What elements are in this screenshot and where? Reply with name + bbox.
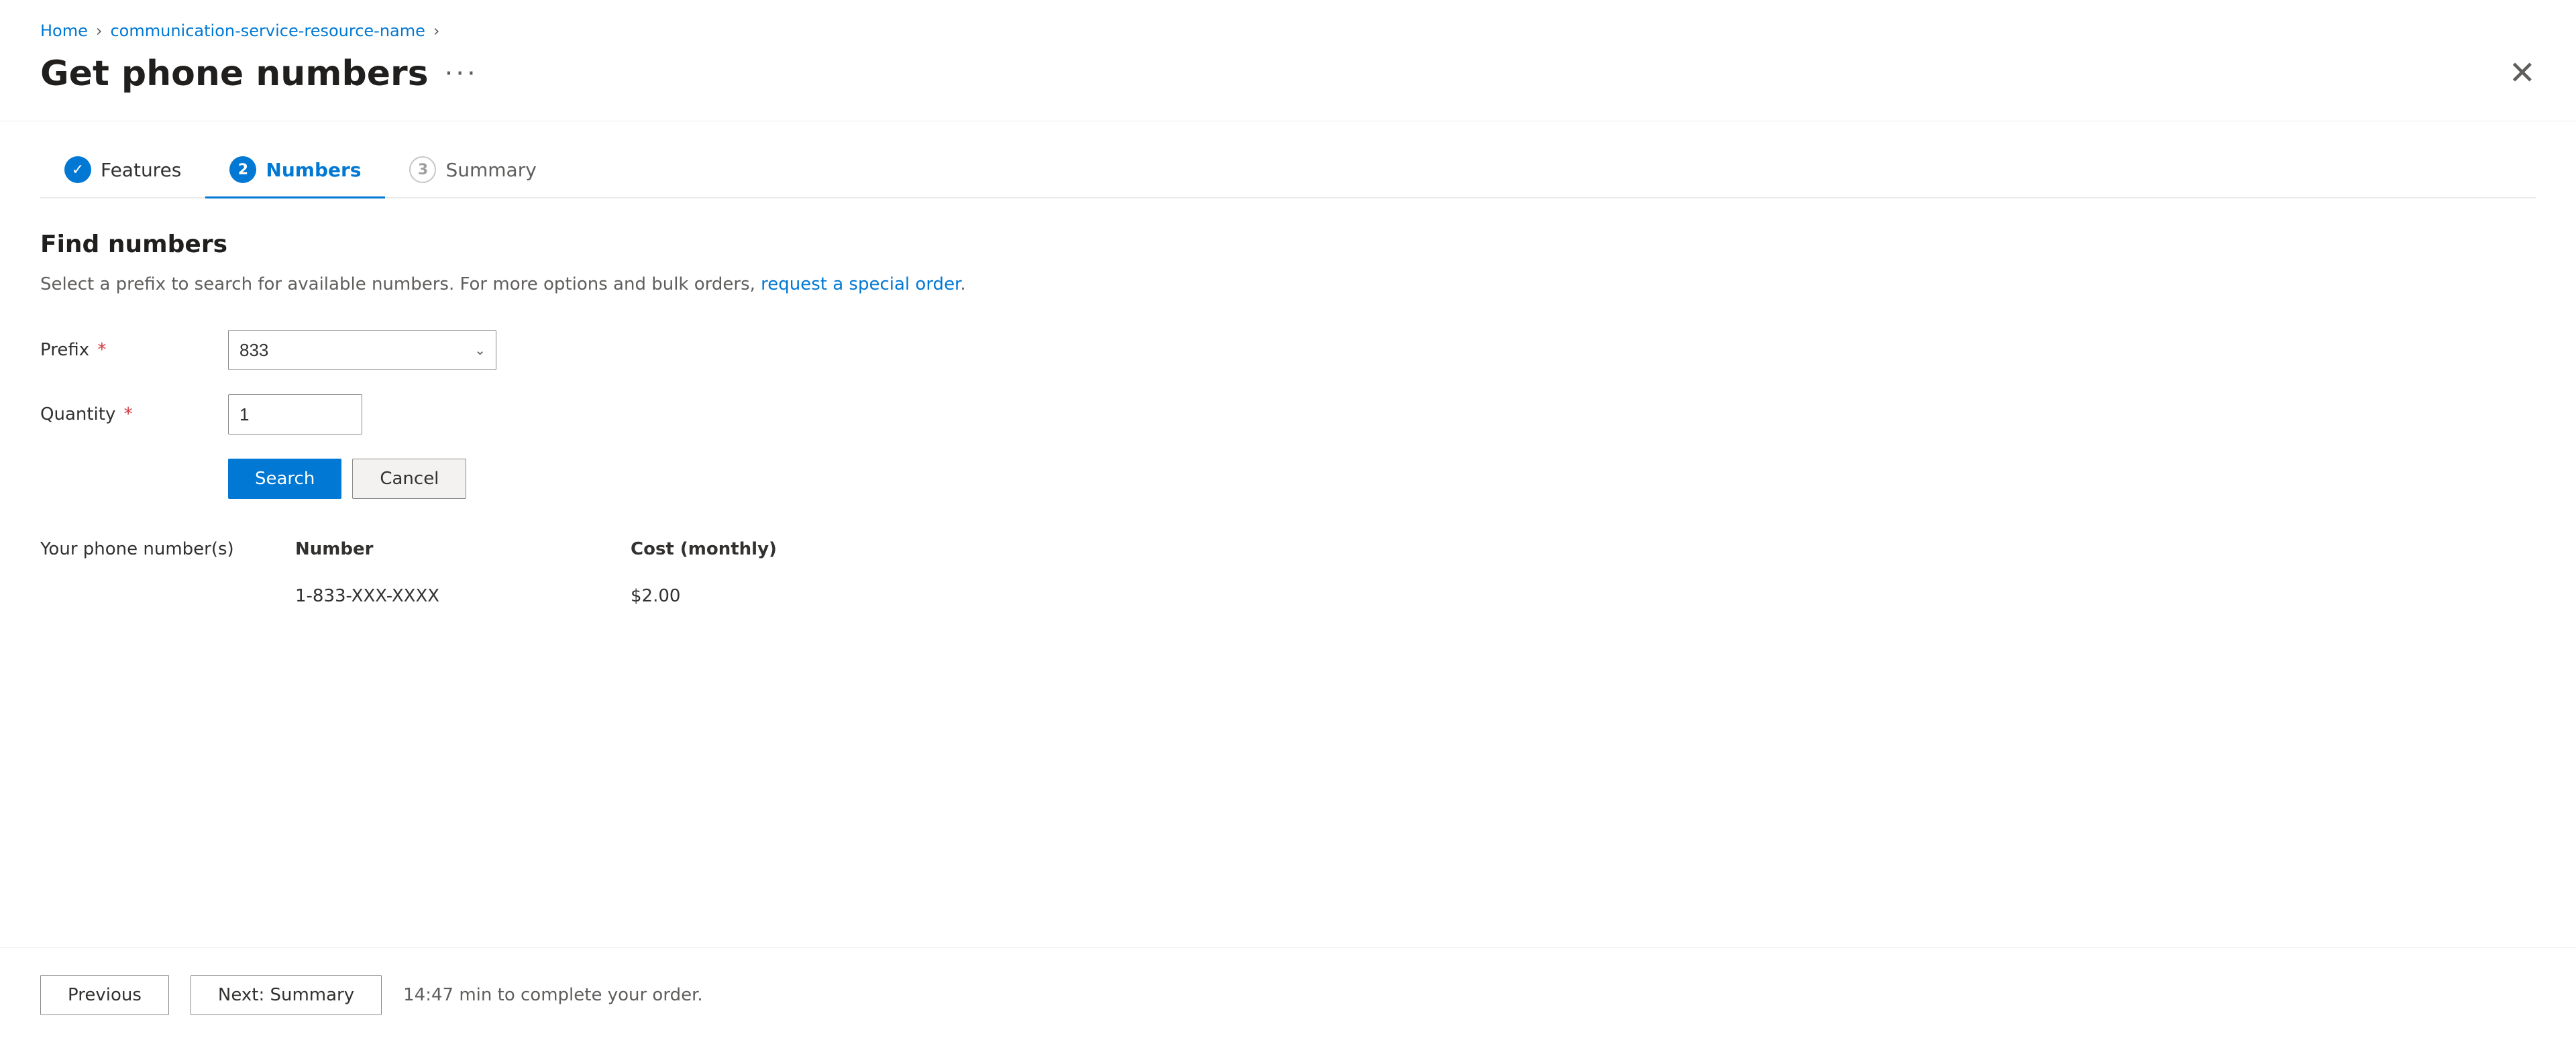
quantity-required: * xyxy=(118,404,132,424)
quantity-label: Quantity * xyxy=(40,404,201,424)
prefix-select[interactable]: 833 800 844 855 866 877 888 xyxy=(228,330,496,370)
section-description: Select a prefix to search for available … xyxy=(40,272,2536,298)
breadcrumb: Home › communication-service-resource-na… xyxy=(40,21,2536,40)
phone-table-header: Your phone number(s) Number Cost (monthl… xyxy=(40,539,2536,559)
breadcrumb-home[interactable]: Home xyxy=(40,21,88,40)
tab-summary[interactable]: 3 Summary xyxy=(385,143,560,198)
search-button[interactable]: Search xyxy=(228,459,341,499)
tab-indicator-summary: 3 xyxy=(409,156,436,183)
search-buttons-row: Search Cancel xyxy=(228,459,2536,499)
prefix-select-wrapper: 833 800 844 855 866 877 888 ⌄ xyxy=(228,330,496,370)
cost-cell: $2.00 xyxy=(631,586,680,606)
breadcrumb-separator-1: › xyxy=(96,21,103,40)
tab-number-summary: 3 xyxy=(418,162,428,178)
table-columns: Number Cost (monthly) xyxy=(295,539,832,559)
main-content: Find numbers Select a prefix to search f… xyxy=(40,231,2536,1042)
col-header-cost: Cost (monthly) xyxy=(631,539,832,559)
footer: Previous Next: Summary 14:47 min to comp… xyxy=(0,947,2576,1042)
next-summary-button[interactable]: Next: Summary xyxy=(191,975,382,1015)
breadcrumb-service[interactable]: communication-service-resource-name xyxy=(110,21,425,40)
description-start: Select a prefix to search for available … xyxy=(40,274,761,294)
page-title: Get phone numbers xyxy=(40,54,429,94)
tab-numbers[interactable]: 2 Numbers xyxy=(205,143,385,198)
tab-label-features: Features xyxy=(101,159,181,181)
tab-indicator-features xyxy=(64,156,91,183)
page-header: Get phone numbers ··· ✕ xyxy=(40,54,2536,94)
footer-time-text: 14:47 min to complete your order. xyxy=(403,985,703,1005)
phone-table-label: Your phone number(s) xyxy=(40,539,295,559)
tab-label-summary: Summary xyxy=(445,159,536,181)
prefix-label: Prefix * xyxy=(40,340,201,360)
wizard-tabs: Features 2 Numbers 3 Summary xyxy=(40,143,2536,198)
quantity-input[interactable] xyxy=(228,394,362,435)
col-header-number: Number xyxy=(295,539,496,559)
phone-table-rows: 1-833-XXX-XXXX $2.00 xyxy=(40,575,2536,617)
tab-number-numbers: 2 xyxy=(238,162,248,178)
more-options-button[interactable]: ··· xyxy=(445,58,478,89)
checkmark-icon xyxy=(72,162,84,178)
breadcrumb-separator-2: › xyxy=(433,21,440,40)
previous-button[interactable]: Previous xyxy=(40,975,169,1015)
tab-features[interactable]: Features xyxy=(40,143,205,198)
phone-table-section: Your phone number(s) Number Cost (monthl… xyxy=(40,539,2536,617)
close-button[interactable]: ✕ xyxy=(2509,58,2536,90)
prefix-field-group: Prefix * 833 800 844 855 866 877 888 ⌄ xyxy=(40,330,2536,370)
special-order-link[interactable]: request a special order xyxy=(761,274,960,294)
tab-label-numbers: Numbers xyxy=(266,159,361,181)
phone-number-cell: 1-833-XXX-XXXX xyxy=(295,586,496,606)
description-end: . xyxy=(960,274,965,294)
find-numbers-title: Find numbers xyxy=(40,231,2536,258)
prefix-required: * xyxy=(92,340,106,360)
quantity-field-group: Quantity * xyxy=(40,394,2536,435)
cancel-button[interactable]: Cancel xyxy=(352,459,466,499)
table-row: 1-833-XXX-XXXX $2.00 xyxy=(295,575,2536,617)
tab-indicator-numbers: 2 xyxy=(229,156,256,183)
